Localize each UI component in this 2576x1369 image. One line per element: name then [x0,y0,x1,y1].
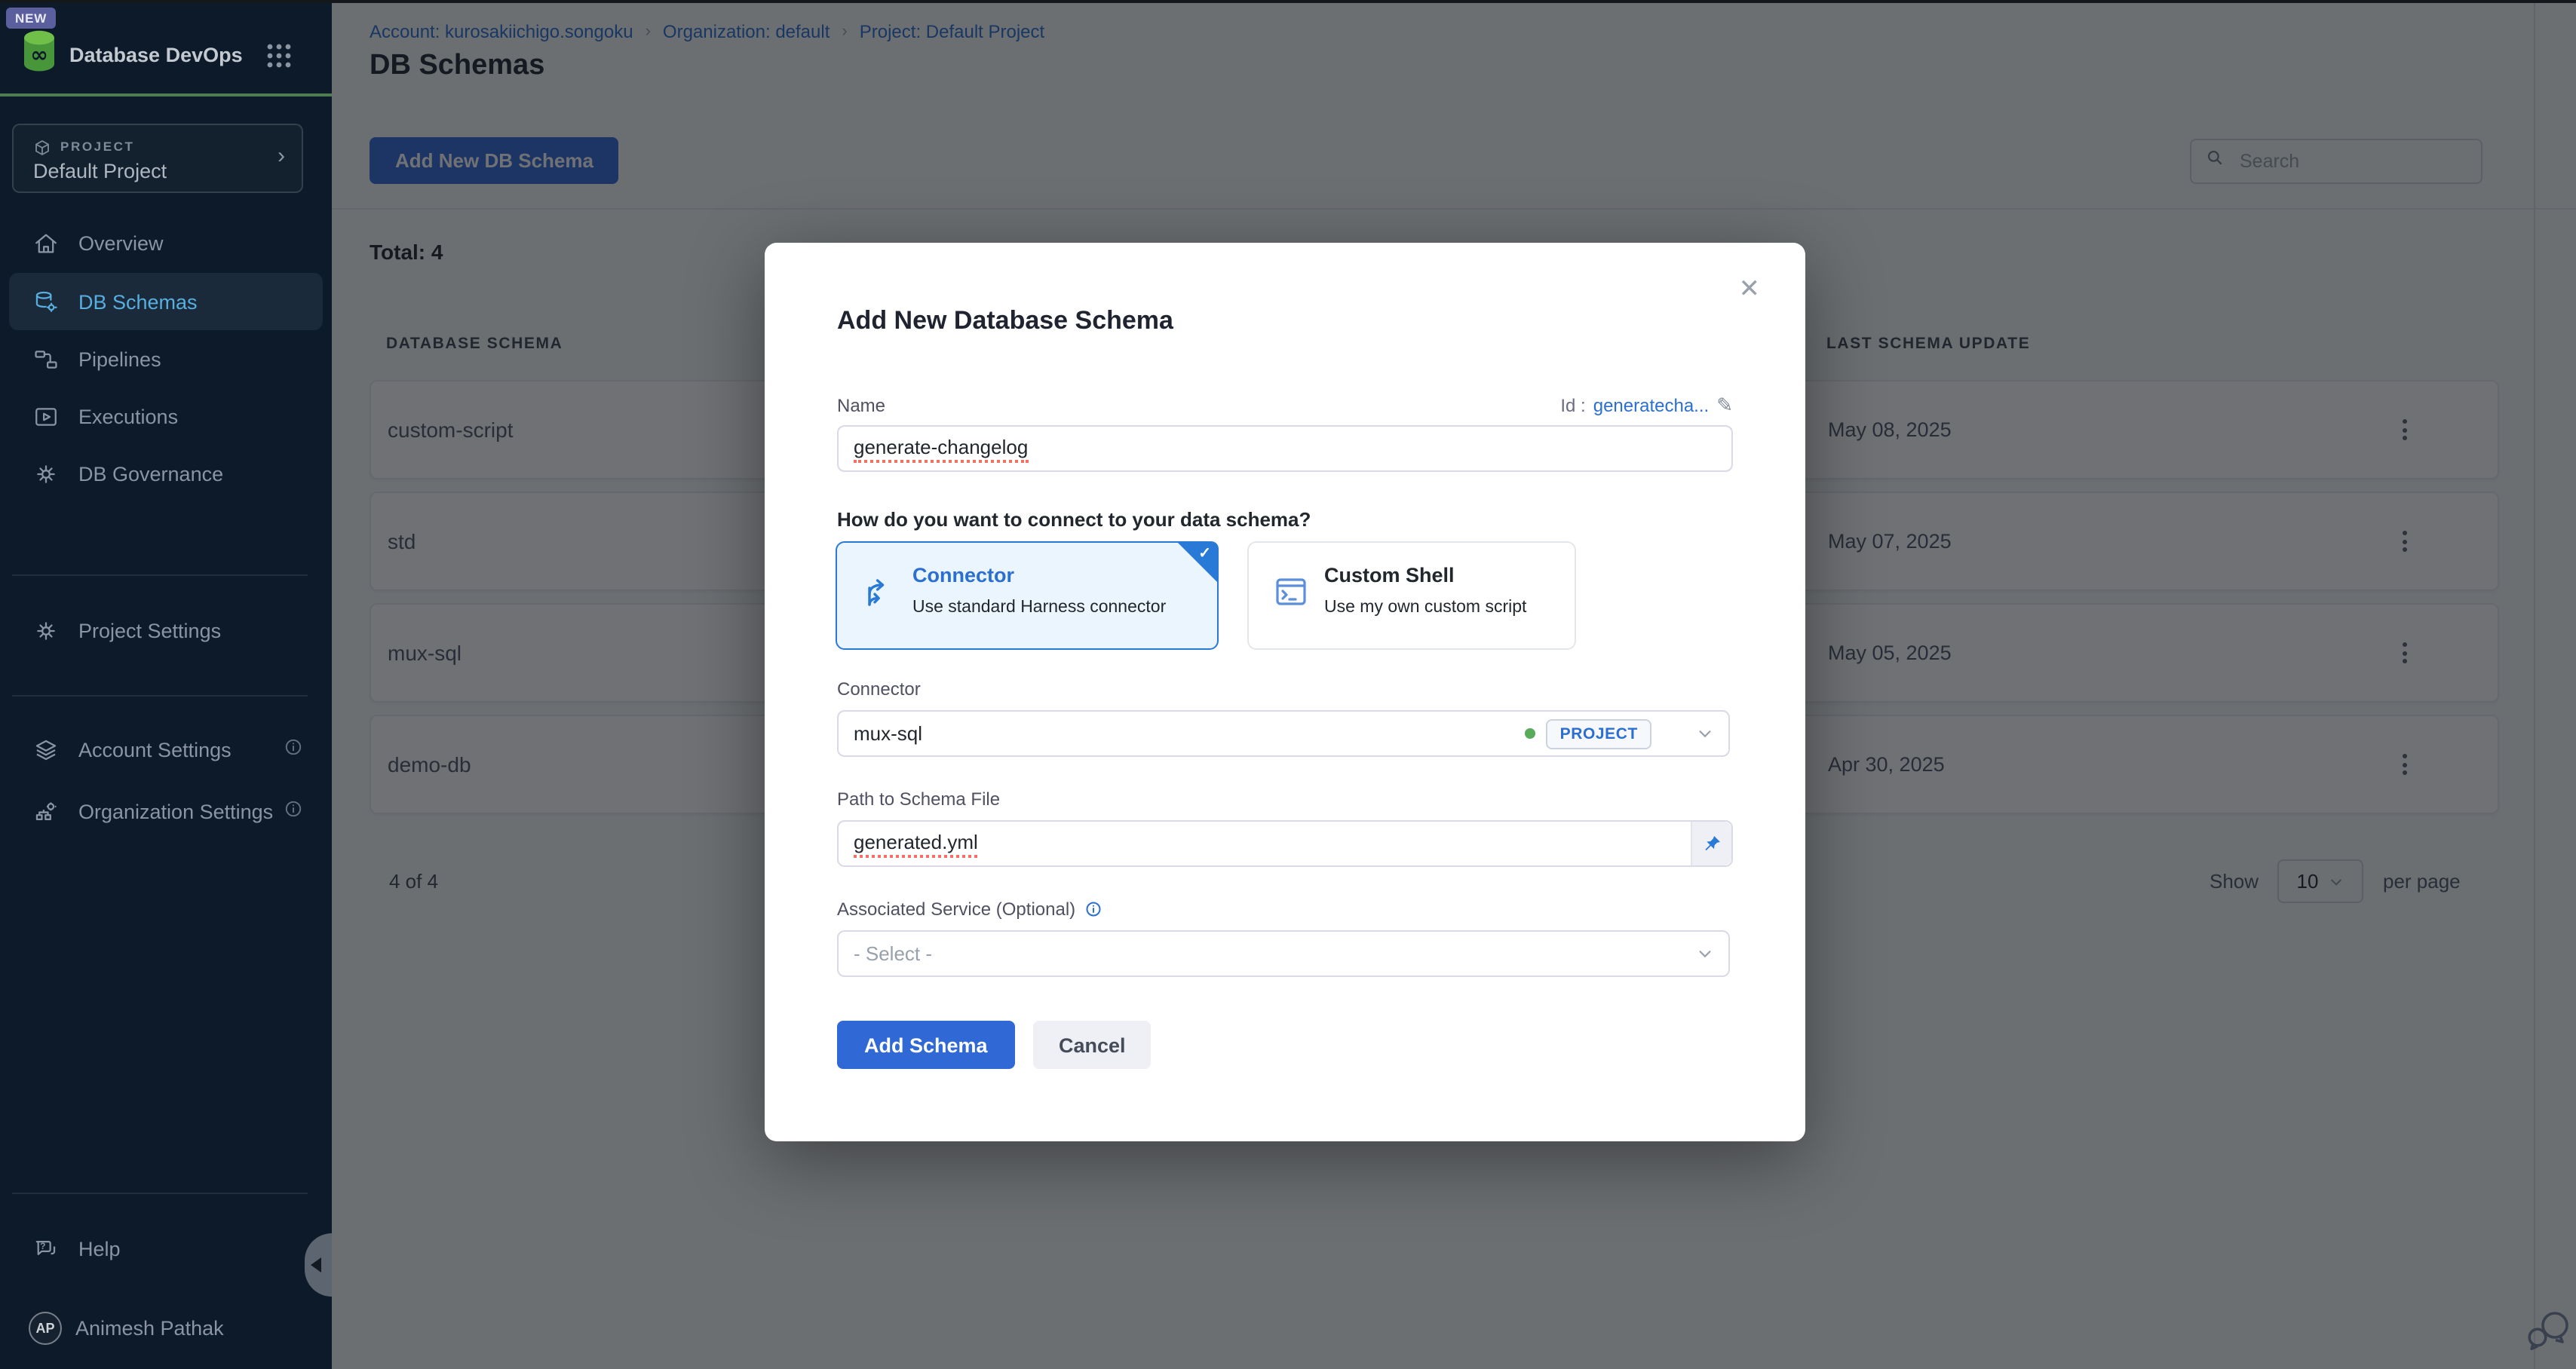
org-chart-gear-icon [33,798,59,824]
connector-label: Connector [837,678,921,700]
collapse-left-icon [311,1257,321,1273]
service-placeholder: - Select - [854,942,1697,965]
new-badge: NEW [6,8,56,29]
db-schema-icon [33,289,59,314]
path-label: Path to Schema File [837,789,1000,810]
selected-corner [1176,541,1219,583]
governance-gear-icon [33,461,59,486]
gear-icon [33,617,59,643]
avatar: AP [29,1312,62,1345]
option-title: Custom Shell [1324,564,1455,586]
sidebar-item-label: Project Settings [78,619,221,642]
sidebar-divider [12,574,308,576]
pin-icon [1701,833,1722,854]
svg-text:?: ? [40,1240,45,1251]
connector-route-icon [861,574,897,617]
status-dot-icon [1526,728,1536,739]
info-icon[interactable] [1084,900,1102,918]
option-card-connector[interactable]: Connector Use standard Harness connector… [836,541,1219,650]
project-selector-name: Default Project [33,160,167,182]
info-icon[interactable] [284,737,303,761]
sidebar-divider [12,695,308,697]
service-label-row: Associated Service (Optional) [837,899,1102,920]
cancel-button[interactable]: Cancel [1033,1021,1152,1069]
connector-value: mux-sql [854,722,1526,745]
sidebar-item-overview[interactable]: Overview [9,214,323,271]
user-name: Animesh Pathak [75,1317,224,1340]
name-field-value: generate-changelog [854,435,1028,462]
help-chat-icon: ? [33,1236,59,1261]
service-select[interactable]: - Select - [837,930,1730,977]
chevron-down-icon [1697,725,1713,742]
svg-text:∞: ∞ [30,42,48,67]
user-menu[interactable]: AP Animesh Pathak [9,1300,323,1357]
info-icon[interactable] [284,799,303,823]
path-field[interactable]: generated.yml [837,820,1733,867]
edit-pencil-icon[interactable]: ✎ [1716,394,1733,418]
selected-check-icon: ✓ [1198,546,1211,562]
option-title: Connector [912,564,1014,586]
scope-badge: PROJECT [1547,718,1651,749]
id-value-link[interactable]: generatecha... [1593,395,1709,416]
sidebar: NEW ∞ Database DevOps [0,0,332,1369]
app-grid-icon[interactable] [265,42,293,77]
sidebar-item-db-governance[interactable]: DB Governance [9,445,323,502]
name-label: Name [837,395,885,416]
sidebar-item-label: DB Governance [78,462,223,485]
sidebar-header: NEW ∞ Database DevOps [0,0,332,96]
executions-icon [33,403,59,429]
chevron-down-icon [1697,945,1713,962]
terminal-icon [1273,574,1309,617]
window-top-edge [0,0,2576,3]
pipelines-icon [33,346,59,372]
close-icon[interactable]: ✕ [1730,273,1770,306]
name-field[interactable]: generate-changelog [837,425,1733,472]
chat-support-icon[interactable] [2525,1307,2573,1360]
option-subtitle: Use my own custom script [1324,599,1526,617]
path-field-value: generated.yml [854,830,978,857]
app-window: NEW ∞ Database DevOps [0,0,2576,1369]
option-subtitle: Use standard Harness connector [912,599,1166,617]
sidebar-item-label: Account Settings [78,738,232,761]
add-schema-button[interactable]: Add Schema [837,1021,1015,1069]
pin-button[interactable] [1691,822,1731,865]
id-label: Id : [1560,395,1585,416]
add-schema-modal: ✕ Add New Database Schema Name Id : gene… [765,243,1805,1141]
sidebar-item-label: Organization Settings [78,800,273,822]
modal-title: Add New Database Schema [837,306,1173,336]
sidebar-item-label: Executions [78,405,178,427]
home-icon [33,230,59,256]
sidebar-item-executions[interactable]: Executions [9,387,323,445]
service-label: Associated Service (Optional) [837,899,1075,920]
chevron-right-icon: › [278,143,285,169]
sidebar-item-project-settings[interactable]: Project Settings [9,602,323,659]
sidebar-divider [12,1193,308,1194]
database-devops-logo-icon[interactable]: ∞ [21,29,57,81]
sidebar-item-label: Overview [78,231,164,254]
project-selector-label: PROJECT [60,139,135,154]
sidebar-item-label: Help [78,1237,121,1260]
sidebar-item-account-settings[interactable]: Account Settings [9,721,323,778]
app-title: Database DevOps [69,44,243,66]
sidebar-item-pipelines[interactable]: Pipelines [9,330,323,387]
sidebar-item-organization-settings[interactable]: Organization Settings [9,783,323,840]
project-selector[interactable]: PROJECT Default Project › [12,124,303,193]
entity-id: Id : generatecha... ✎ [1560,394,1733,418]
sidebar-item-db-schemas[interactable]: DB Schemas [9,273,323,330]
option-card-custom-shell[interactable]: Custom Shell Use my own custom script [1247,541,1576,650]
connect-question: How do you want to connect to your data … [837,508,1311,531]
layers-icon [33,737,59,762]
connector-select[interactable]: mux-sql PROJECT [837,710,1730,757]
sidebar-item-label: DB Schemas [78,290,198,313]
sidebar-item-help[interactable]: ? Help [9,1220,323,1277]
sidebar-item-label: Pipelines [78,348,161,370]
